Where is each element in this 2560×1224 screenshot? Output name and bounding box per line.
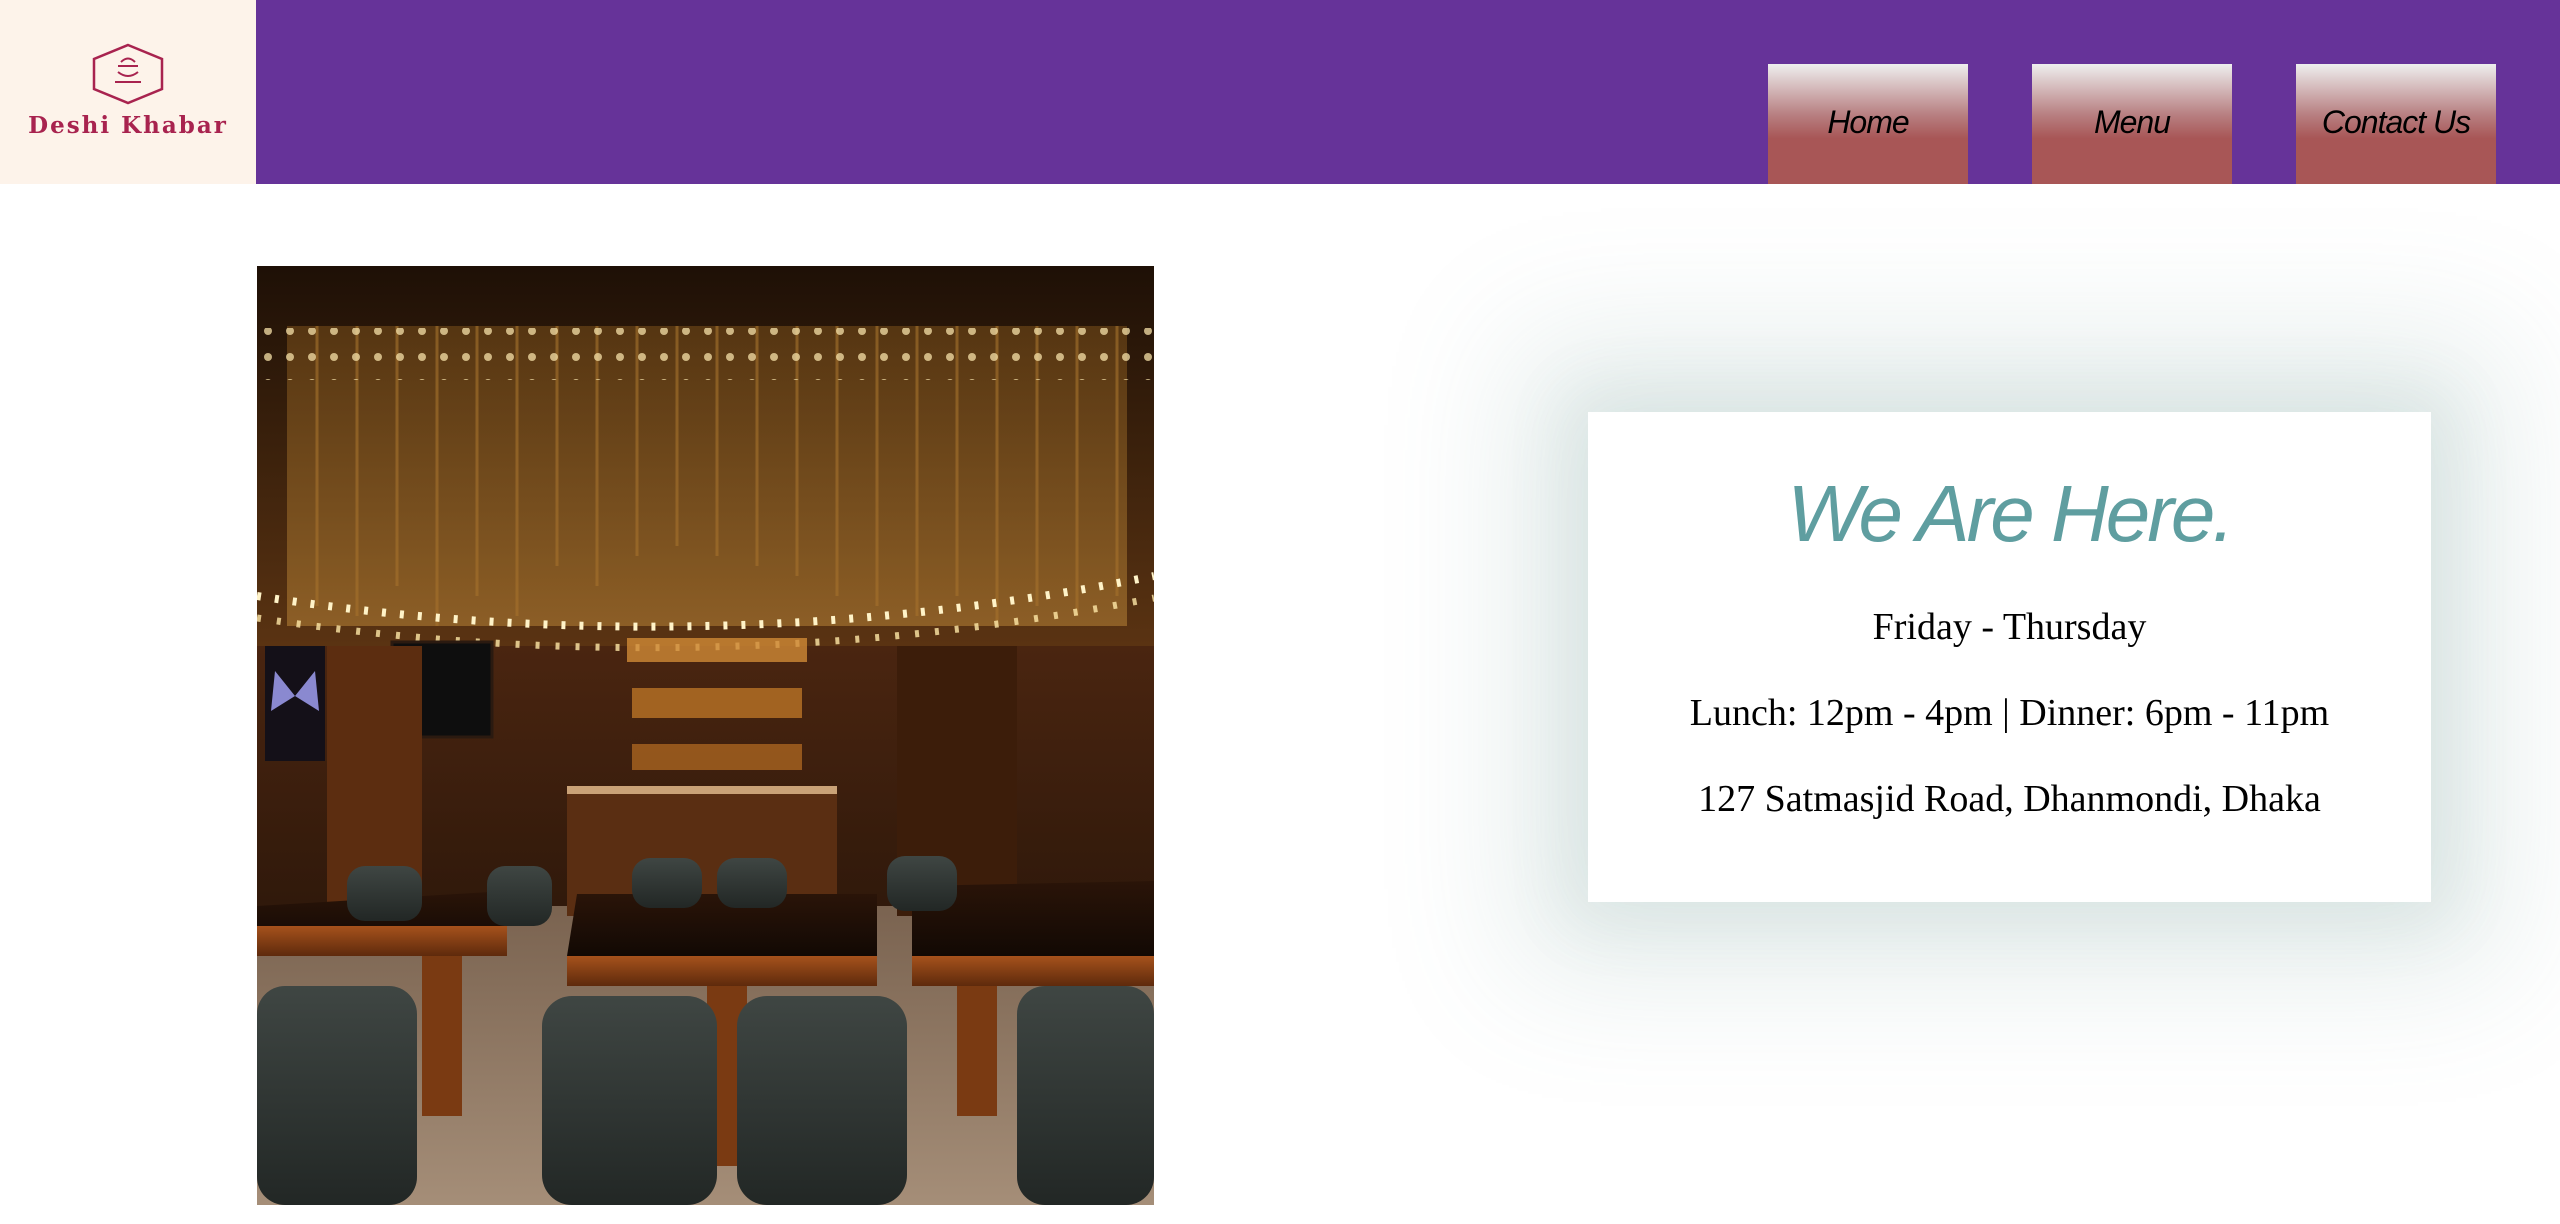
nav-menu-button[interactable]: Menu	[2032, 64, 2232, 184]
opening-hours: Lunch: 12pm - 4pm | Dinner: 6pm - 11pm	[1689, 692, 2330, 734]
nav-home-button[interactable]: Home	[1768, 64, 1968, 184]
location-title: We Are Here.	[1787, 469, 2234, 558]
brand-logo[interactable]: Deshi Khabar	[0, 0, 256, 184]
opening-days: Friday - Thursday	[1872, 606, 2147, 648]
location-card: We Are Here. Friday - Thursday Lunch: 12…	[1588, 412, 2431, 902]
brand-name: Deshi Khabar	[28, 112, 228, 139]
restaurant-interior-photo	[257, 266, 1154, 1205]
nav-contact-button[interactable]: Contact Us	[2296, 64, 2496, 184]
hexagon-dish-icon	[92, 43, 164, 105]
site-header: Deshi Khabar Home Menu Contact Us	[0, 0, 2560, 184]
restaurant-address: 127 Satmasjid Road, Dhanmondi, Dhaka	[1698, 778, 2321, 820]
